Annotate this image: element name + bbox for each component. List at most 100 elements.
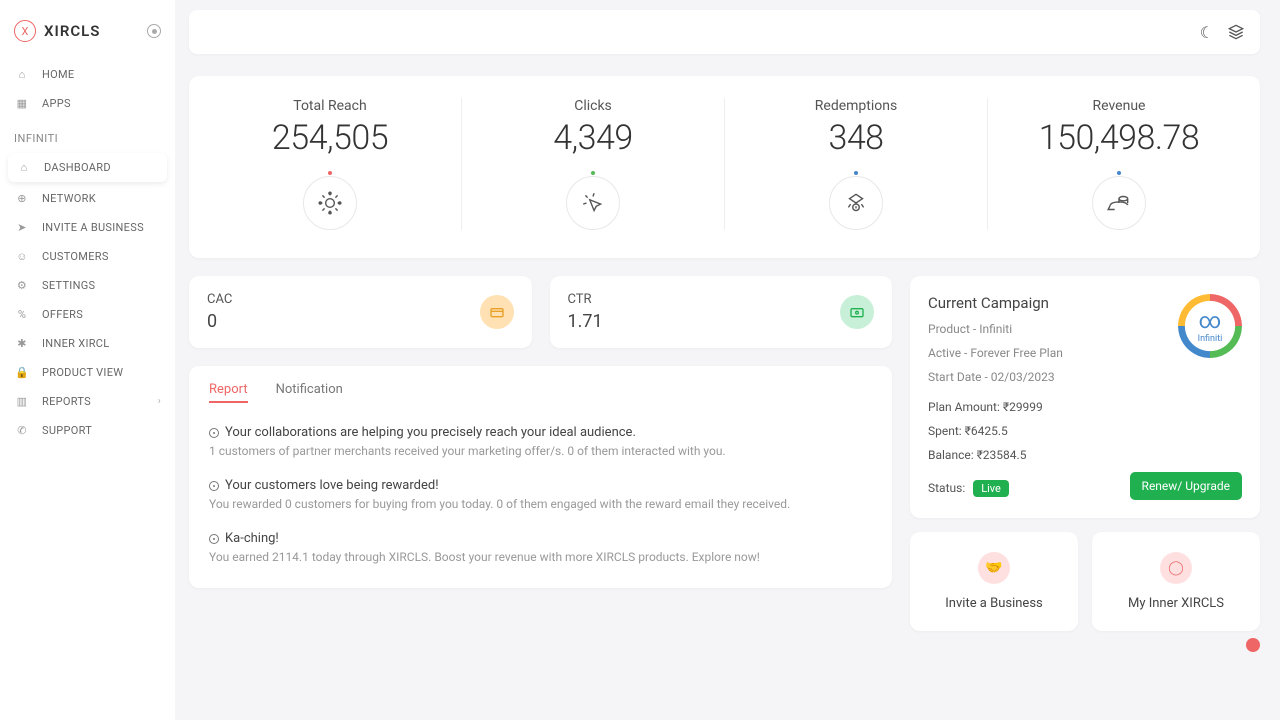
left-column: CAC 0 CTR 1.71	[189, 276, 892, 588]
ctr-badge-icon	[840, 295, 874, 329]
nav-offers-label: OFFERS	[42, 308, 83, 321]
brand-logo: X	[14, 20, 36, 42]
layers-icon[interactable]	[1228, 24, 1244, 40]
campaign-card: Current Campaign Product - Infiniti Acti…	[910, 276, 1260, 518]
topbar: ☾	[189, 10, 1260, 54]
campaign-plan-amount: Plan Amount: ₹29999	[928, 400, 1242, 414]
nav-home-label: HOME	[42, 68, 74, 81]
chart-icon: ▥	[14, 395, 30, 408]
nav-product-view-label: PRODUCT VIEW	[42, 366, 123, 379]
bullet-icon	[209, 481, 219, 491]
redemptions-icon	[829, 176, 883, 230]
report-item: Your collaborations are helping you prec…	[209, 415, 872, 468]
nav-invite[interactable]: ➤ INVITE A BUSINESS	[0, 213, 175, 242]
send-icon: ➤	[14, 221, 30, 234]
ctr-card: CTR 1.71	[550, 276, 893, 348]
nav-inner-label: INNER XIRCL	[42, 337, 110, 350]
nav-inner-xircl[interactable]: ✱ INNER XIRCL	[0, 329, 175, 358]
metric-reach: Total Reach 254,505	[199, 98, 462, 230]
nav-settings-label: SETTINGS	[42, 279, 95, 292]
grid-icon: ▦	[14, 97, 30, 110]
nav-support-label: SUPPORT	[42, 424, 92, 437]
lock-icon: 🔒	[14, 366, 30, 379]
nav-product-view[interactable]: 🔒 PRODUCT VIEW	[0, 358, 175, 387]
inner-xircls-card[interactable]: ◯ My Inner XIRCLS	[1092, 532, 1260, 631]
report-desc: You rewarded 0 customers for buying from…	[209, 497, 872, 511]
ctr-label: CTR	[568, 292, 603, 307]
nav-dashboard-label: DASHBOARD	[44, 161, 111, 174]
nav-customers[interactable]: ☺ CUSTOMERS	[0, 242, 175, 271]
nav-support[interactable]: ✆SUPPORT	[0, 416, 175, 445]
revenue-icon	[1092, 176, 1146, 230]
nav-settings[interactable]: ⚙ SETTINGS	[0, 271, 175, 300]
reports-card: Report Notification Your collaborations …	[189, 366, 892, 588]
help-badge-icon[interactable]	[1246, 638, 1260, 652]
nav-reports-label: REPORTS	[42, 395, 91, 408]
campaign-logo-label: Infiniti	[1198, 334, 1223, 344]
percent-icon: %	[14, 308, 30, 321]
cac-value: 0	[207, 311, 232, 332]
gear-icon: ⚙	[14, 279, 30, 292]
metric-clicks-label: Clicks	[472, 98, 714, 114]
nav-offers[interactable]: % OFFERS	[0, 300, 175, 329]
renew-upgrade-button[interactable]: Renew/ Upgrade	[1130, 472, 1242, 500]
metric-redemptions-label: Redemptions	[735, 98, 977, 114]
metric-revenue: Revenue 150,498.78	[988, 98, 1250, 230]
tab-report[interactable]: Report	[209, 382, 248, 403]
brand-row: X XIRCLS	[0, 10, 175, 60]
nav-apps[interactable]: ▦ APPS	[0, 89, 175, 118]
campaign-title: Current Campaign	[928, 294, 1063, 312]
campaign-balance: Balance: ₹23584.5	[928, 448, 1242, 462]
collapse-toggle-icon[interactable]	[147, 24, 161, 38]
home-icon: ⌂	[14, 68, 30, 81]
metric-clicks: Clicks 4,349	[462, 98, 725, 230]
home-icon: ⌂	[16, 161, 32, 174]
report-item: Ka-ching! You earned 2114.1 today throug…	[209, 521, 872, 574]
metrics-row: Total Reach 254,505 Clicks 4,349 Redempt…	[189, 76, 1260, 258]
nav-home[interactable]: ⌂ HOME	[0, 60, 175, 89]
campaign-logo: ∞ Infiniti	[1178, 294, 1242, 358]
nav-invite-label: INVITE A BUSINESS	[42, 221, 144, 234]
cac-card: CAC 0	[189, 276, 532, 348]
report-title: Your customers love being rewarded!	[225, 478, 439, 493]
nav-apps-label: APPS	[42, 97, 71, 110]
report-item: Your customers love being rewarded! You …	[209, 468, 872, 521]
campaign-product: Product - Infiniti	[928, 322, 1063, 336]
nav-section-header: INFINITI	[0, 118, 175, 151]
metric-revenue-value: 150,498.78	[998, 118, 1240, 158]
theme-toggle-icon[interactable]: ☾	[1200, 23, 1214, 42]
report-title: Ka-ching!	[225, 531, 279, 546]
tab-notification[interactable]: Notification	[276, 382, 343, 403]
campaign-start: Start Date - 02/03/2023	[928, 370, 1063, 384]
nav-customers-label: CUSTOMERS	[42, 250, 109, 263]
metric-reach-label: Total Reach	[209, 98, 451, 114]
brand-name: XIRCLS	[44, 22, 100, 40]
users-icon: ☺	[14, 250, 30, 263]
tabs: Report Notification	[209, 380, 888, 403]
ctr-value: 1.71	[568, 311, 603, 332]
report-desc: 1 customers of partner merchants receive…	[209, 444, 872, 458]
nav-network-label: NETWORK	[42, 192, 96, 205]
metric-redemptions: Redemptions 348	[725, 98, 988, 230]
nav-network[interactable]: ⊕NETWORK	[0, 184, 175, 213]
report-desc: You earned 2114.1 today through XIRCLS. …	[209, 550, 872, 564]
cac-label: CAC	[207, 292, 232, 307]
chevron-right-icon: ›	[158, 396, 161, 407]
reports-list[interactable]: Your collaborations are helping you prec…	[209, 415, 888, 574]
inner-xircls-label: My Inner XIRCLS	[1102, 596, 1250, 611]
handshake-icon: 🤝	[978, 552, 1010, 584]
metric-reach-value: 254,505	[209, 118, 451, 158]
nav-reports[interactable]: ▥ REPORTS ›	[0, 387, 175, 416]
main-content: ☾ Total Reach 254,505 Clicks 4,349 Redem…	[175, 0, 1280, 720]
campaign-plan: Active - Forever Free Plan	[928, 346, 1063, 360]
reach-icon	[303, 176, 357, 230]
clicks-icon	[566, 176, 620, 230]
nav-dashboard[interactable]: ⌂ DASHBOARD	[8, 153, 167, 182]
invite-business-card[interactable]: 🤝 Invite a Business	[910, 532, 1078, 631]
infinity-icon: ∞	[1198, 309, 1223, 334]
link-icon: ✱	[14, 337, 30, 350]
metric-revenue-label: Revenue	[998, 98, 1240, 114]
cac-badge-icon	[480, 295, 514, 329]
circle-icon: ◯	[1160, 552, 1192, 584]
status-live-badge: Live	[973, 480, 1009, 497]
